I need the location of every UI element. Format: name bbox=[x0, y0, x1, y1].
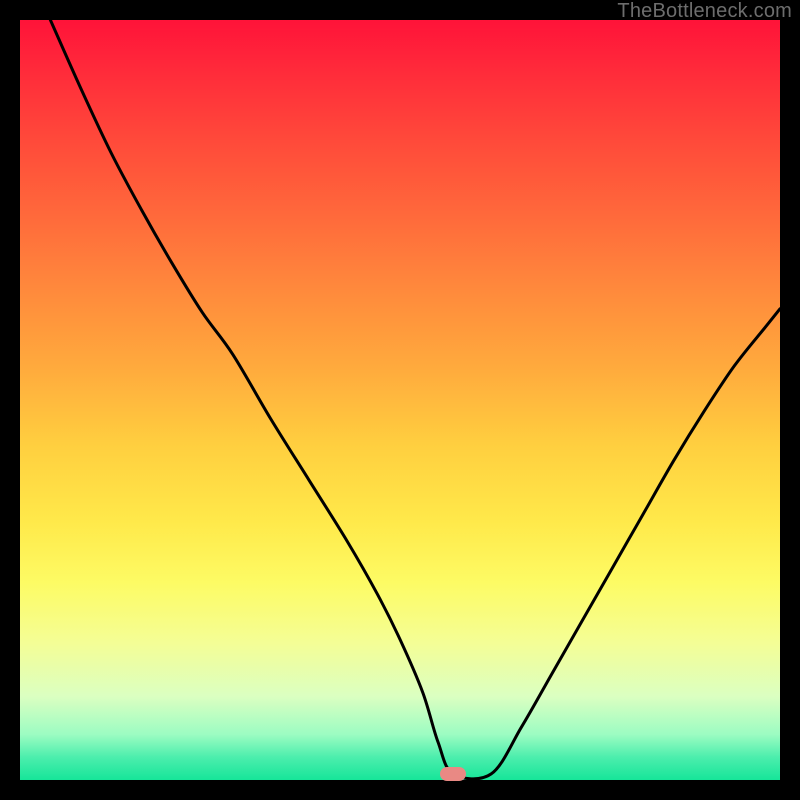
curve-svg bbox=[20, 20, 780, 780]
optimal-marker bbox=[440, 767, 466, 781]
bottleneck-curve-path bbox=[50, 20, 780, 779]
plot-area bbox=[20, 20, 780, 780]
chart-frame: TheBottleneck.com bbox=[0, 0, 800, 800]
